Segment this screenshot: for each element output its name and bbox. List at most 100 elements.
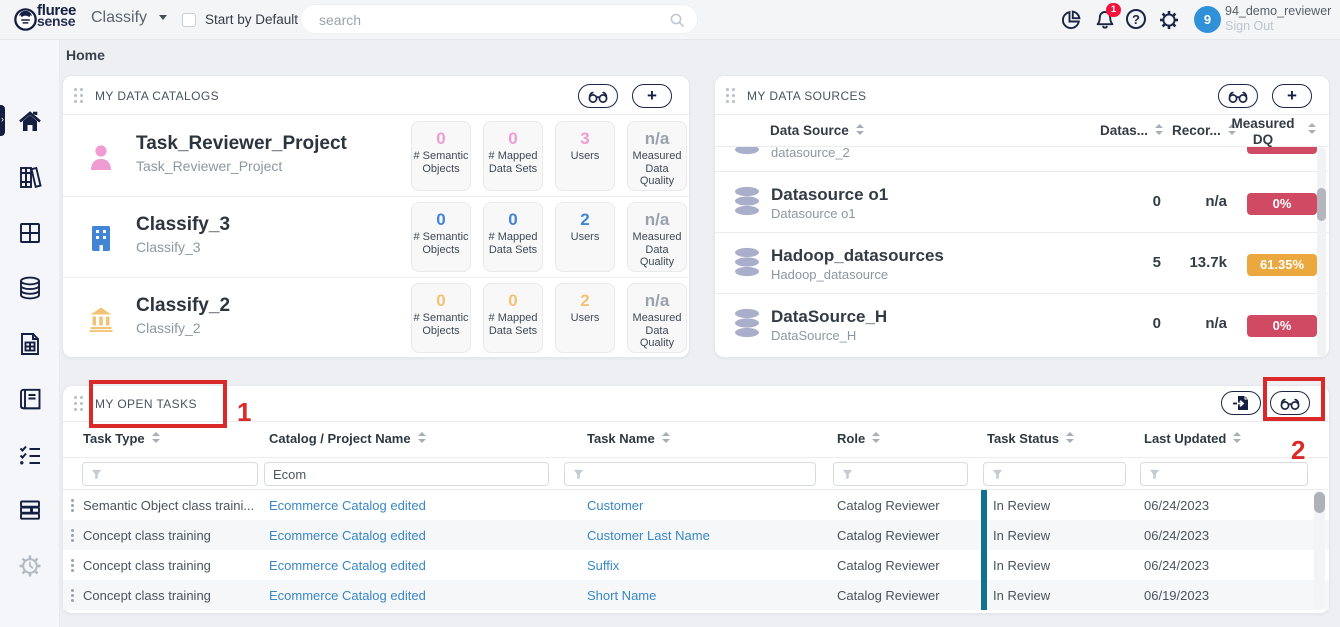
task-row[interactable]: Semantic Object class traini... Ecommerc… <box>63 490 1329 520</box>
tasks-view-button[interactable] <box>1270 391 1310 415</box>
sidebar-item-database-icon[interactable] <box>17 275 43 301</box>
glasses-icon <box>586 88 610 105</box>
sidebar-item-home-icon[interactable] <box>17 109 43 135</box>
catalog-link[interactable]: Ecommerce Catalog edited <box>269 498 426 513</box>
records-count: n/a <box>1205 315 1227 332</box>
row-kebab-icon[interactable] <box>71 499 74 512</box>
settings-gear-icon[interactable] <box>1158 9 1180 31</box>
sign-out-link[interactable]: Sign Out <box>1225 19 1331 34</box>
sidebar-item-catalog-book-icon[interactable] <box>17 386 43 412</box>
column-header-data-source[interactable]: Data Source <box>770 123 864 138</box>
drag-handle-icon[interactable] <box>74 396 84 412</box>
catalog-link[interactable]: Ecommerce Catalog edited <box>269 528 426 543</box>
stat-semantic-objects: 0# Semantic Objects <box>411 283 471 353</box>
catalog-title[interactable]: Task_Reviewer_Project <box>136 133 347 155</box>
task-name-link[interactable]: Customer <box>587 498 643 513</box>
sidebar-item-tasks-checklist-icon[interactable] <box>17 442 43 468</box>
catalogs-add-button[interactable]: + <box>632 84 672 108</box>
sidebar-item-stack-icon[interactable] <box>17 497 43 523</box>
datasource-subtitle: DataSource_H <box>771 328 856 343</box>
filter-catalog[interactable]: Ecom <box>264 462 549 486</box>
catalog-subtitle: Classify_2 <box>136 320 201 336</box>
records-count: n/a <box>1205 193 1227 210</box>
stat-semantic-objects: 0# Semantic Objects <box>411 121 471 191</box>
app-menu-dropdown[interactable]: Classify <box>91 9 167 27</box>
drag-handle-icon[interactable] <box>74 88 84 104</box>
datasource-subtitle: datasource_2 <box>771 147 850 160</box>
column-header-measured-dq[interactable]: Measured DQ <box>1229 116 1297 147</box>
datasource-title[interactable]: Datasource o1 <box>771 185 888 205</box>
catalog-link[interactable]: Ecommerce Catalog edited <box>269 588 426 603</box>
stat-value: 2 <box>556 291 614 311</box>
scrollbar-thumb[interactable] <box>1317 188 1326 221</box>
column-header-last-updated[interactable]: Last Updated <box>1144 431 1241 446</box>
stat-value: 2 <box>556 210 614 230</box>
datasource-row[interactable]: DataSource_H DataSource_H 0 n/a 0% <box>715 294 1329 355</box>
catalog-link[interactable]: Ecommerce Catalog edited <box>269 558 426 573</box>
sidebar-item-scheduler-gear-icon[interactable] <box>17 553 43 579</box>
datasource-subtitle: Datasource o1 <box>771 206 856 221</box>
datasource-title[interactable]: Hadoop_datasources <box>771 246 944 266</box>
datasets-count: 5 <box>1153 254 1161 271</box>
stat-value: 0 <box>484 210 542 230</box>
tasks-export-button[interactable] <box>1221 391 1261 415</box>
breadcrumb: Home <box>66 47 105 63</box>
reports-pie-chart-icon[interactable] <box>1060 9 1082 31</box>
datasources-view-button[interactable] <box>1218 84 1258 108</box>
task-row[interactable]: Concept class training Ecommerce Catalog… <box>63 550 1329 580</box>
filter-funnel-icon <box>91 469 102 480</box>
export-file-icon <box>1232 394 1250 412</box>
row-kebab-icon[interactable] <box>71 559 74 572</box>
datasource-row-partial[interactable]: datasource_2 <box>715 147 1329 172</box>
filter-last-updated[interactable] <box>1140 462 1308 486</box>
row-kebab-icon[interactable] <box>71 529 74 542</box>
database-icon <box>733 147 761 155</box>
column-header-task-status[interactable]: Task Status <box>987 431 1074 446</box>
column-header-role[interactable]: Role <box>837 431 880 446</box>
task-name-link[interactable]: Suffix <box>587 558 619 573</box>
datasource-title[interactable]: DataSource_H <box>771 307 887 327</box>
task-row[interactable]: Concept class training Ecommerce Catalog… <box>63 520 1329 550</box>
datasource-row[interactable]: Datasource o1 Datasource o1 0 n/a 0% <box>715 172 1329 233</box>
column-label: Recor... <box>1172 123 1221 138</box>
filter-task-type[interactable] <box>82 462 258 486</box>
drag-handle-icon[interactable] <box>726 88 736 104</box>
sidebar-item-grid-icon[interactable] <box>17 220 43 246</box>
scrollbar-thumb[interactable] <box>1314 492 1325 513</box>
task-type-cell: Semantic Object class traini... <box>83 498 254 513</box>
stat-label: # Semantic Objects <box>412 231 470 256</box>
start-by-default-checkbox[interactable] <box>182 13 196 27</box>
dq-badge: 0% <box>1247 193 1317 215</box>
datasources-table-header: Data Source Datas... Recor... Measured D… <box>715 116 1329 147</box>
datasource-row[interactable]: Hadoop_datasources Hadoop_datasource 5 1… <box>715 233 1329 294</box>
column-header-task-type[interactable]: Task Type <box>83 431 160 446</box>
datasources-add-button[interactable]: + <box>1272 84 1312 108</box>
task-row[interactable]: Concept class training Ecommerce Catalog… <box>63 580 1329 610</box>
catalog-row: Classify_2 Classify_2 0# Semantic Object… <box>63 278 689 358</box>
column-header-records[interactable]: Recor... <box>1172 123 1236 138</box>
filter-role[interactable] <box>833 462 968 486</box>
filter-funnel-icon <box>1149 469 1160 480</box>
chevron-down-icon <box>159 15 167 20</box>
catalog-title[interactable]: Classify_2 <box>136 295 230 317</box>
search-input[interactable]: search <box>300 4 698 34</box>
column-header-datasets[interactable]: Datas... <box>1100 123 1163 138</box>
sidebar-item-data-file-icon[interactable] <box>17 331 43 357</box>
building-icon <box>89 225 113 251</box>
tasks-panel-title: MY OPEN TASKS <box>95 397 197 411</box>
dq-badge <box>1247 147 1317 154</box>
catalogs-view-button[interactable] <box>578 84 618 108</box>
column-header-catalog[interactable]: Catalog / Project Name <box>269 431 426 446</box>
filter-task-status[interactable] <box>983 462 1126 486</box>
row-kebab-icon[interactable] <box>71 589 74 602</box>
stat-value: 0 <box>412 291 470 311</box>
filter-task-name[interactable] <box>564 462 816 486</box>
column-header-task-name[interactable]: Task Name <box>587 431 670 446</box>
task-name-link[interactable]: Short Name <box>587 588 656 603</box>
user-avatar[interactable]: 9 <box>1194 6 1221 33</box>
catalog-title[interactable]: Classify_3 <box>136 214 230 236</box>
scrollbar-track[interactable] <box>1317 147 1326 357</box>
help-icon[interactable]: ? <box>1126 9 1146 29</box>
task-name-link[interactable]: Customer Last Name <box>587 528 710 543</box>
sidebar-item-library-icon[interactable] <box>17 164 43 190</box>
